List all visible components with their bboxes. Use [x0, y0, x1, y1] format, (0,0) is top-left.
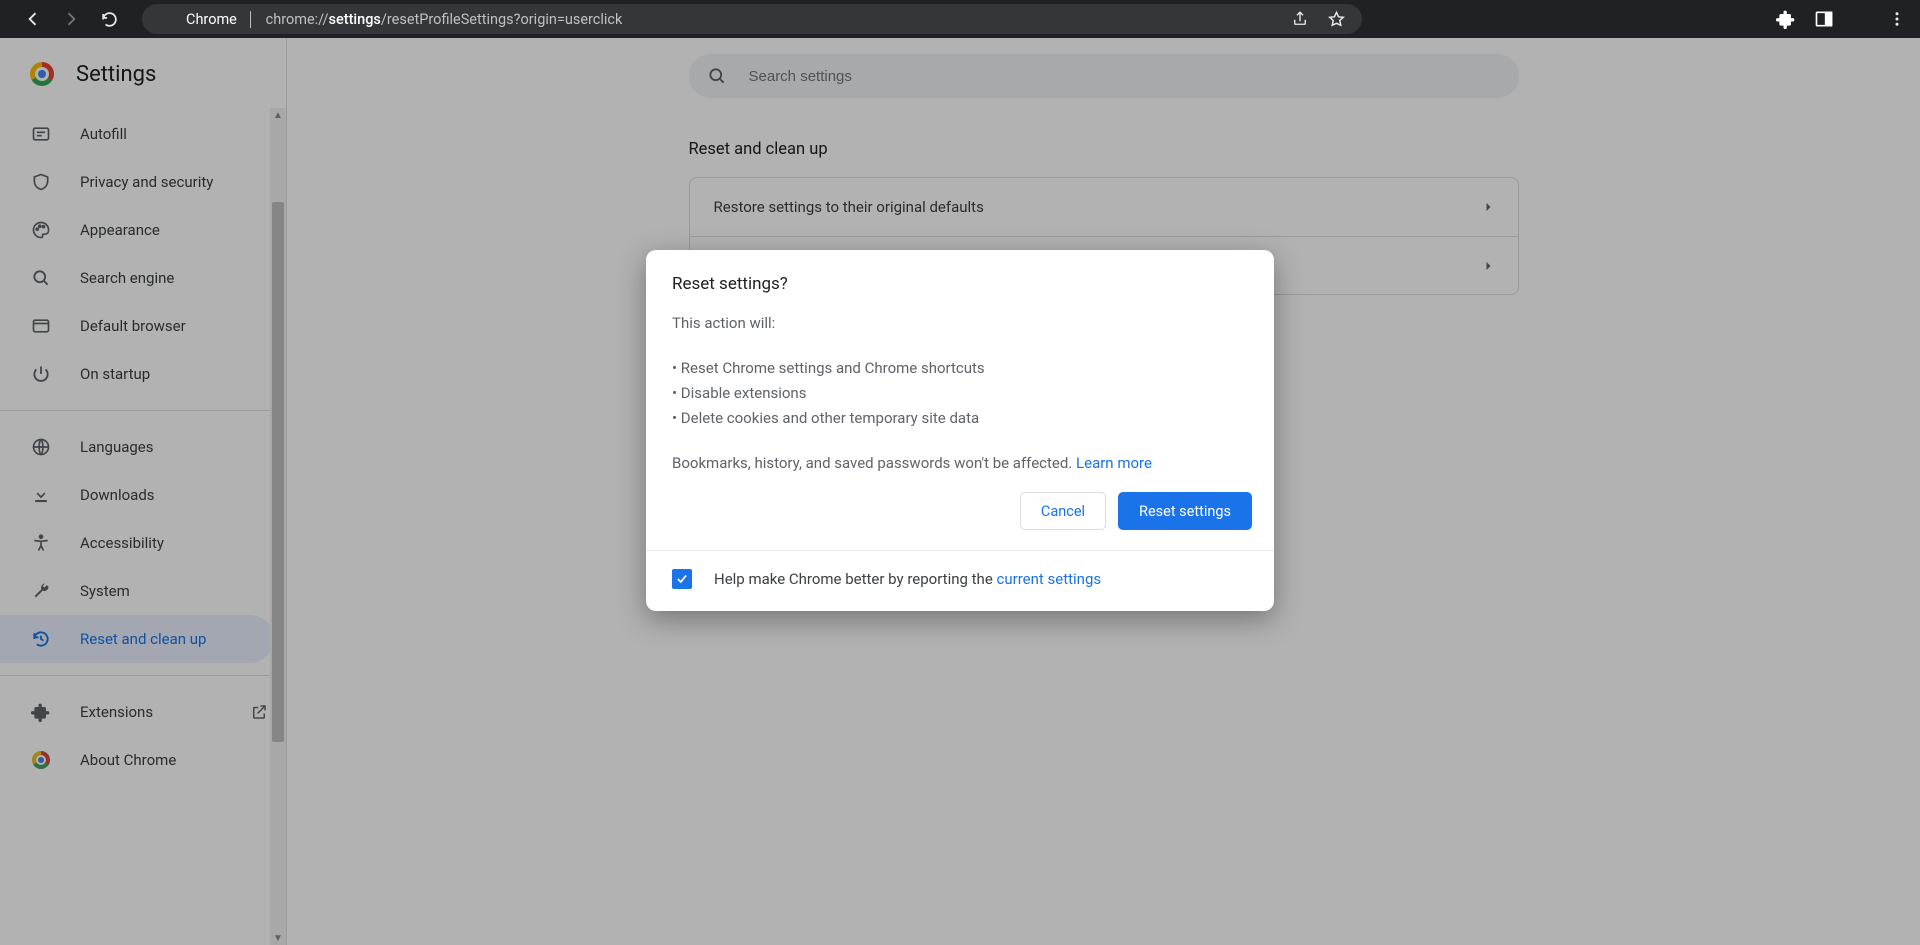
- current-settings-link[interactable]: current settings: [997, 570, 1102, 588]
- dialog-bullet: Disable extensions: [672, 381, 1248, 406]
- dialog-footer-text: Help make Chrome better by reporting the…: [714, 570, 1101, 588]
- cancel-button[interactable]: Cancel: [1020, 492, 1106, 530]
- dialog-lead: This action will:: [672, 314, 1248, 332]
- reset-settings-dialog: Reset settings? This action will: Reset …: [646, 250, 1274, 611]
- url-text: chrome://settings/resetProfileSettings?o…: [266, 11, 623, 28]
- address-separator: │: [247, 11, 256, 28]
- report-checkbox[interactable]: [672, 569, 692, 589]
- dialog-bullets: Reset Chrome settings and Chrome shortcu…: [672, 356, 1248, 430]
- dialog-paragraph: Bookmarks, history, and saved passwords …: [672, 454, 1248, 472]
- back-button[interactable]: [14, 0, 52, 38]
- learn-more-link[interactable]: Learn more: [1072, 454, 1152, 472]
- page-root: Settings AutofillPrivacy and securityApp…: [0, 38, 1920, 945]
- extensions-icon[interactable]: [1776, 9, 1796, 29]
- bookmark-star-icon[interactable]: [1326, 9, 1346, 29]
- share-icon[interactable]: [1290, 9, 1310, 29]
- browser-top-bar: Chrome │ chrome://settings/resetProfileS…: [0, 0, 1920, 38]
- chrome-menu-icon[interactable]: [1888, 10, 1906, 28]
- dialog-bullet: Delete cookies and other temporary site …: [672, 406, 1248, 431]
- address-bar[interactable]: Chrome │ chrome://settings/resetProfileS…: [142, 4, 1362, 34]
- dialog-bullet: Reset Chrome settings and Chrome shortcu…: [672, 356, 1248, 381]
- dialog-title: Reset settings?: [672, 274, 1248, 294]
- forward-button[interactable]: [52, 0, 90, 38]
- side-panel-icon[interactable]: [1814, 9, 1834, 29]
- site-label: Chrome: [186, 11, 237, 28]
- reset-settings-button[interactable]: Reset settings: [1118, 492, 1252, 530]
- chrome-site-icon: [158, 10, 176, 28]
- reload-button[interactable]: [90, 0, 128, 38]
- toolbar-right: [1746, 9, 1906, 29]
